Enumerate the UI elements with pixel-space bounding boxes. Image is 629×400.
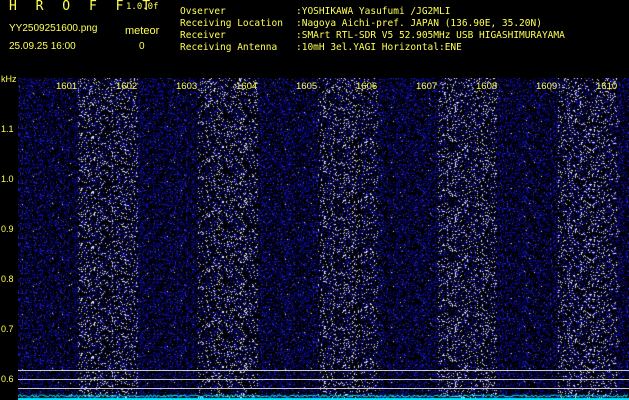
y-axis-unit: kHz: [1, 74, 17, 84]
x-tick: 1606: [356, 81, 378, 92]
x-tick: 1601: [56, 81, 78, 92]
meteor-count: 0: [139, 41, 145, 52]
observer-label: Ovserver: [180, 6, 226, 17]
y-tick: 0.9: [1, 224, 14, 234]
x-tick: 1610: [596, 81, 618, 92]
receiver-value: :SMArt RTL-SDR V5 52.905MHz USB HIGASHIM…: [296, 30, 565, 41]
y-tick: 1.1: [1, 124, 14, 134]
marker-line-upper: [18, 370, 629, 371]
location-value: :Nagoya Aichi-pref. JAPAN (136.90E, 35.2…: [296, 18, 542, 29]
x-tick: 1608: [476, 81, 498, 92]
antenna-label: Receiving Antenna: [180, 42, 278, 53]
marker-line-lower: [18, 388, 629, 389]
marker-line-middle: [18, 379, 629, 380]
app-version: 1.0.0f: [126, 2, 159, 12]
spectrogram: [18, 78, 629, 400]
file-name: YY2509251600.png: [9, 23, 98, 34]
y-tick: 1.0: [1, 174, 14, 184]
x-tick: 1602: [116, 81, 138, 92]
x-tick: 1607: [416, 81, 438, 92]
x-tick: 1603: [176, 81, 198, 92]
receiver-label: Receiver: [180, 30, 226, 41]
meteor-label: meteor: [125, 25, 160, 37]
y-tick: 0.7: [1, 324, 14, 334]
x-tick: 1609: [536, 81, 558, 92]
x-tick: 1605: [296, 81, 318, 92]
date-time: 25.09.25 16:00: [9, 41, 76, 52]
antenna-value: :10mH 3el.YAGI Horizontal:ENE: [296, 42, 462, 53]
y-tick: 0.8: [1, 274, 14, 284]
location-label: Receiving Location: [180, 18, 283, 29]
observer-value: :YOSHIKAWA Yasufumi /JG2MLI: [296, 6, 451, 17]
x-tick: 1604: [236, 81, 258, 92]
y-tick: 0.6: [1, 374, 14, 384]
